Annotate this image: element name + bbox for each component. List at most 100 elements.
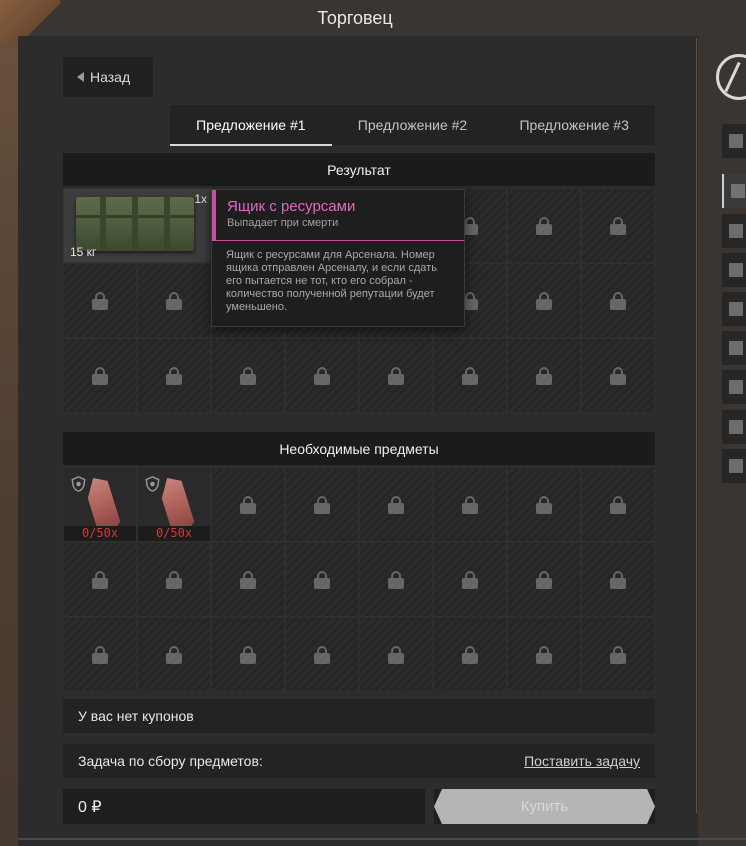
locked-slot xyxy=(359,542,433,617)
tab-offer-2[interactable]: Предложение #2 xyxy=(332,105,494,145)
locked-slot xyxy=(359,617,433,692)
locked-slot xyxy=(507,467,581,542)
grid-view-icon[interactable] xyxy=(722,174,746,208)
lock-icon xyxy=(240,570,256,589)
lock-icon xyxy=(92,366,108,385)
locked-slot xyxy=(63,263,137,338)
lock-icon xyxy=(610,570,626,589)
locked-slot xyxy=(433,467,507,542)
window-title: Торговец xyxy=(317,8,393,28)
lock-icon xyxy=(92,291,108,310)
result-item-resource-crate[interactable]: 1x 15 кг xyxy=(63,188,211,263)
sort-glyph-icon xyxy=(729,134,743,148)
locked-slot xyxy=(507,338,581,413)
lock-icon xyxy=(610,495,626,514)
locked-slot xyxy=(581,338,655,413)
task-bar: Задача по сбору предметов: Поставить зад… xyxy=(63,744,655,778)
locked-slot xyxy=(433,617,507,692)
faction-emblem-icon xyxy=(716,54,746,100)
locked-slot xyxy=(211,542,285,617)
item-tooltip: Ящик с ресурсами Выпадает при смерти Ящи… xyxy=(211,189,465,327)
back-button[interactable]: Назад xyxy=(63,57,153,97)
required-items-grid: 0/50x 0/50x xyxy=(63,467,655,692)
buy-button[interactable]: Купить xyxy=(434,789,655,824)
sort-icon[interactable] xyxy=(722,124,746,158)
category-artifacts-icon[interactable] xyxy=(722,292,746,326)
locked-slot xyxy=(63,542,137,617)
price-value: 0 ₽ xyxy=(78,798,102,816)
locked-slot xyxy=(507,188,581,263)
panel-divider xyxy=(696,38,697,813)
shield-icon xyxy=(71,476,86,492)
lock-icon xyxy=(166,645,182,664)
lock-icon xyxy=(536,291,552,310)
locked-slot xyxy=(433,542,507,617)
locked-slot xyxy=(285,467,359,542)
lock-icon xyxy=(388,366,404,385)
lock-icon xyxy=(610,291,626,310)
back-button-label: Назад xyxy=(90,69,131,85)
locked-slot xyxy=(63,617,137,692)
locked-slot xyxy=(137,542,211,617)
category-weapons-icon[interactable] xyxy=(722,253,746,287)
locked-slot xyxy=(211,338,285,413)
lock-icon xyxy=(388,495,404,514)
lock-icon xyxy=(462,645,478,664)
required-item[interactable]: 0/50x xyxy=(137,467,211,542)
required-count: 0/50x xyxy=(138,526,210,541)
shield-icon xyxy=(145,476,160,492)
bottom-divider xyxy=(18,838,746,840)
lock-icon xyxy=(388,645,404,664)
lock-icon xyxy=(314,366,330,385)
lock-icon xyxy=(240,366,256,385)
lock-icon xyxy=(462,495,478,514)
lock-icon xyxy=(240,495,256,514)
lock-icon xyxy=(388,570,404,589)
background-left xyxy=(0,0,18,846)
coupons-text: У вас нет купонов xyxy=(78,708,194,724)
lock-icon xyxy=(536,570,552,589)
locked-slot xyxy=(285,338,359,413)
locked-slot xyxy=(63,338,137,413)
coupons-bar: У вас нет купонов xyxy=(63,699,655,733)
locked-slot xyxy=(507,542,581,617)
lock-icon xyxy=(166,366,182,385)
lock-icon xyxy=(536,645,552,664)
lock-icon xyxy=(610,366,626,385)
locked-slot xyxy=(359,467,433,542)
buy-button-label: Купить xyxy=(520,798,569,815)
locked-slot xyxy=(581,467,655,542)
artifacts-glyph-icon xyxy=(729,302,743,316)
locked-slot xyxy=(211,467,285,542)
set-task-link[interactable]: Поставить задачу xyxy=(524,753,640,769)
containers-glyph-icon xyxy=(729,224,743,238)
category-containers-icon[interactable] xyxy=(722,214,746,248)
tooltip-header: Ящик с ресурсами Выпадает при смерти xyxy=(212,190,464,241)
locked-slot xyxy=(581,617,655,692)
locked-slot xyxy=(507,617,581,692)
locked-slot xyxy=(137,338,211,413)
lock-icon xyxy=(92,645,108,664)
lock-icon xyxy=(536,366,552,385)
category-storage-icon[interactable] xyxy=(722,449,746,483)
category-medicine-icon[interactable] xyxy=(722,331,746,365)
tab-offer-3[interactable]: Предложение #3 xyxy=(493,105,655,145)
locked-slot xyxy=(433,338,507,413)
weapons-glyph-icon xyxy=(729,263,743,277)
lock-icon xyxy=(462,366,478,385)
item-quantity: 1x xyxy=(194,192,207,206)
required-item[interactable]: 0/50x xyxy=(63,467,137,542)
storage-glyph-icon xyxy=(729,459,743,473)
locked-slot xyxy=(581,542,655,617)
grid-glyph-icon xyxy=(731,184,745,198)
tooltip-item-name: Ящик с ресурсами xyxy=(227,198,356,215)
locked-slot xyxy=(359,338,433,413)
locked-slot xyxy=(581,263,655,338)
lock-icon xyxy=(166,570,182,589)
tab-offer-1[interactable]: Предложение #1 xyxy=(170,105,332,146)
locked-slot xyxy=(285,542,359,617)
tooltip-item-subtitle: Выпадает при смерти xyxy=(227,217,339,229)
locked-slot xyxy=(581,188,655,263)
category-ammo-icon[interactable] xyxy=(722,370,746,404)
category-misc-icon[interactable] xyxy=(722,410,746,444)
